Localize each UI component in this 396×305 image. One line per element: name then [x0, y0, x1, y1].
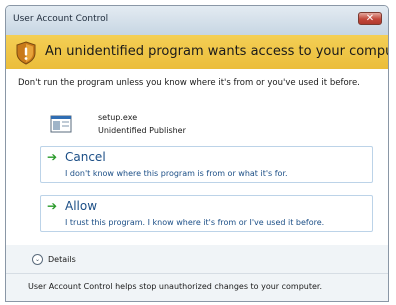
allow-description: I trust this program. I know where it's …: [65, 218, 325, 227]
dialog-content: Don't run the program unless you know wh…: [6, 69, 388, 245]
window-title: User Account Control: [13, 14, 109, 24]
warning-banner: An unidentified program wants access to …: [6, 35, 388, 70]
allow-title: Allow: [65, 199, 98, 213]
footer-text: User Account Control helps stop unauthor…: [28, 282, 323, 291]
close-button[interactable]: ✕: [358, 12, 382, 25]
green-arrow-icon: ➔: [47, 199, 58, 213]
uac-dialog: User Account Control ✕ An unidentified p…: [5, 5, 389, 302]
details-toggle[interactable]: Details: [48, 255, 76, 264]
cancel-title: Cancel: [65, 150, 106, 164]
shield-icon: [16, 41, 36, 65]
title-bar: User Account Control ✕: [6, 6, 388, 35]
program-name: setup.exe: [98, 113, 138, 122]
details-row: ⌄ Details: [6, 245, 388, 273]
cancel-description: I don't know where this program is from …: [65, 169, 288, 178]
program-publisher: Unidentified Publisher: [98, 126, 186, 135]
chevron-down-icon[interactable]: ⌄: [32, 254, 43, 265]
footer-divider: [6, 273, 388, 274]
allow-option-button[interactable]: ➔ Allow I trust this program. I know whe…: [40, 195, 373, 232]
cancel-option-button[interactable]: ➔ Cancel I don't know where this program…: [40, 146, 373, 183]
banner-message: An unidentified program wants access to …: [45, 44, 389, 59]
intro-text: Don't run the program unless you know wh…: [18, 78, 360, 88]
program-icon: [50, 115, 72, 133]
green-arrow-icon: ➔: [47, 150, 58, 164]
